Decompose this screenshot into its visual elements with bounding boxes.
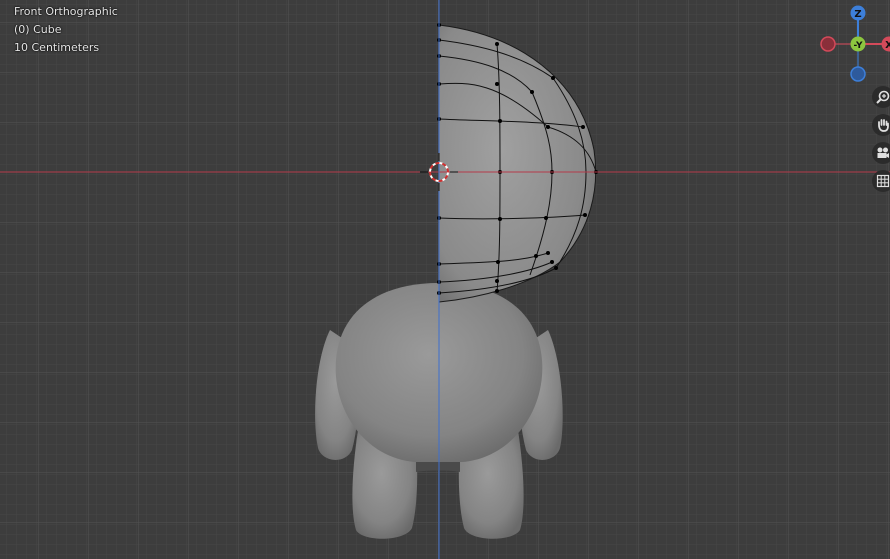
pan-button[interactable] — [872, 114, 890, 136]
gizmo-neg-x-axis[interactable] — [820, 36, 836, 52]
grid-scale-label: 10 Centimeters — [14, 41, 100, 54]
camera-icon — [877, 147, 889, 158]
hand-pan-icon — [878, 119, 889, 132]
3d-viewport[interactable]: Front Orthographic (0) Cube 10 Centimete… — [0, 0, 890, 559]
svg-text:Z: Z — [854, 9, 861, 20]
camera-view-button[interactable] — [872, 142, 890, 164]
view-name-label: Front Orthographic — [14, 5, 118, 18]
gizmo-x-axis[interactable]: X — [881, 36, 890, 52]
grid-ortho-icon — [876, 174, 890, 188]
svg-text:X: X — [885, 40, 890, 51]
ortho-toggle-button[interactable] — [872, 170, 890, 192]
object-info-label: (0) Cube — [14, 23, 62, 36]
gizmo-neg-y-axis[interactable]: -Y — [850, 36, 866, 52]
navigation-gizmo[interactable]: Z X -Y — [816, 0, 890, 90]
zoom-button[interactable] — [872, 86, 890, 108]
gizmo-neg-z-axis[interactable] — [850, 66, 866, 82]
zoom-icon — [876, 90, 890, 104]
viewport-canvas[interactable] — [0, 0, 890, 559]
svg-text:-Y: -Y — [854, 41, 863, 51]
gizmo-z-axis[interactable]: Z — [850, 5, 866, 21]
